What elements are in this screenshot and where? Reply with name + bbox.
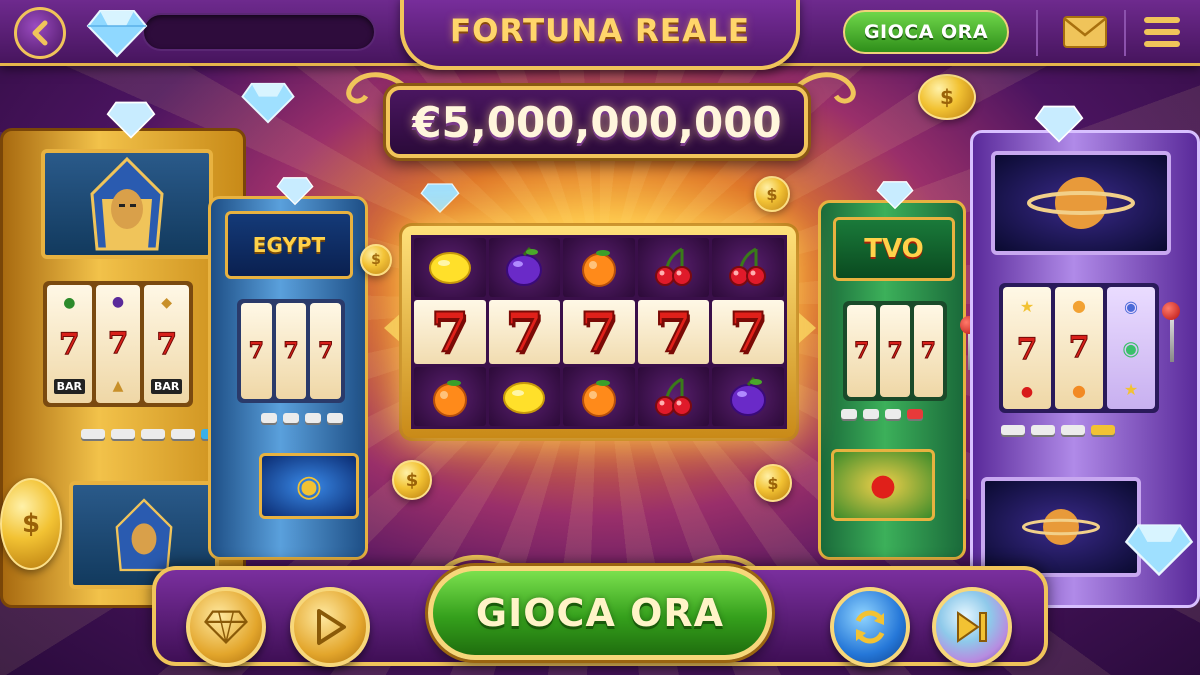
diamond-icon xyxy=(86,10,148,58)
diamond-icon xyxy=(204,610,248,644)
pharaoh-icon xyxy=(90,156,164,251)
lever-knob[interactable] xyxy=(1162,302,1180,320)
reel-cell-bottom-3 xyxy=(637,367,710,426)
seven-symbol: 7 xyxy=(430,299,470,364)
reel-cell-bottom-2 xyxy=(563,367,635,426)
skip-icon xyxy=(957,611,987,643)
machine-lower-planet-panel xyxy=(981,477,1141,577)
top-bar: FORTUNA REALE GIOCA ORA xyxy=(0,0,1200,70)
reel-cell-top-0 xyxy=(414,238,486,297)
jackpot-amount: €5,000,000,000 xyxy=(412,97,782,147)
machine-scarab-panel: ◉ xyxy=(259,453,359,519)
diamond-icon xyxy=(1124,524,1194,577)
machine-reels: 7 7 7 xyxy=(237,299,345,403)
seven-symbol: 7 xyxy=(728,299,768,364)
jackpot-display: €5,000,000,000 xyxy=(386,86,808,158)
reel-cell-top-2 xyxy=(563,238,635,297)
machine-sign: TVO xyxy=(833,217,955,281)
lever[interactable] xyxy=(1170,318,1174,362)
top-play-button[interactable]: GIOCA ORA xyxy=(843,10,1009,54)
reel-arrow-right xyxy=(798,312,816,344)
gold-coin-icon: $ xyxy=(360,244,392,276)
reel-cell-bottom-1 xyxy=(488,367,561,426)
refresh-button[interactable] xyxy=(830,587,910,667)
cherries-icon xyxy=(654,248,692,287)
machine-reels: ● 7 BAR ● 7 ▲ ◆ 7 BAR xyxy=(43,281,193,407)
seven-symbol: 7 xyxy=(579,299,619,364)
cherries-icon xyxy=(729,248,767,287)
seven-symbol: 7 xyxy=(505,299,545,364)
skip-button[interactable] xyxy=(932,587,1012,667)
reel-cell-top-4 xyxy=(712,238,784,297)
gold-coin-icon: $ xyxy=(0,478,62,570)
diamond-icon xyxy=(106,101,156,139)
reel-cell-top-1 xyxy=(488,238,561,297)
play-icon xyxy=(317,609,346,645)
machine-fruit-panel: ● xyxy=(831,449,935,521)
lemon-icon xyxy=(428,252,471,285)
machine-sign: EGYPT xyxy=(225,211,353,279)
planet-icon xyxy=(1027,177,1135,229)
machine-bet-buttons[interactable] xyxy=(81,429,225,439)
machine-reels: ★ 7 ● ● 7 ● ◉ ◉ ★ xyxy=(999,283,1159,413)
gold-coin-icon: $ xyxy=(392,460,432,500)
diamond-icon xyxy=(420,183,460,213)
cherries-icon xyxy=(654,377,692,416)
main-reels: 77777 xyxy=(402,226,796,438)
orange-icon xyxy=(432,379,467,417)
game-title-plate: FORTUNA REALE xyxy=(400,0,800,70)
seven-symbol: 7 xyxy=(654,299,694,364)
refresh-icon xyxy=(855,610,885,644)
back-arrow-icon xyxy=(32,20,48,46)
lemon-icon xyxy=(503,381,546,414)
game-title: FORTUNA REALE xyxy=(449,13,751,49)
diamond-icon xyxy=(276,177,314,206)
reel-cell-middle-2: 7 xyxy=(563,299,635,365)
reel-grid: 77777 xyxy=(411,235,787,429)
machine-pharaoh-panel xyxy=(41,149,213,259)
menu-icon[interactable] xyxy=(1142,14,1182,50)
orange-icon xyxy=(581,250,616,288)
mail-icon[interactable] xyxy=(1062,14,1108,50)
reel-arrow-left xyxy=(384,312,402,344)
machine-planet-panel xyxy=(991,151,1171,255)
gold-coin-icon: $ xyxy=(754,464,792,502)
play-button[interactable] xyxy=(290,587,370,667)
reel-cell-middle-4: 7 xyxy=(712,299,784,365)
plum-icon xyxy=(506,247,543,287)
machine-reels: 7 7 7 xyxy=(843,301,947,401)
slot-machine-egypt-small[interactable]: EGYPT 7 7 7 ◉ xyxy=(208,196,368,560)
diamond-button[interactable] xyxy=(186,587,266,667)
gold-coin-icon: $ xyxy=(754,176,790,212)
machine-bet-buttons[interactable] xyxy=(261,413,343,423)
gold-coin-icon: $ xyxy=(918,74,976,120)
main-play-button[interactable]: GIOCA ORA xyxy=(428,566,772,660)
reel-cell-middle-3: 7 xyxy=(637,299,710,365)
divider xyxy=(1036,10,1038,56)
back-button[interactable] xyxy=(14,7,66,59)
reel-cell-middle-1: 7 xyxy=(488,299,561,365)
orange-icon xyxy=(581,379,616,417)
divider xyxy=(1124,10,1126,56)
diamond-icon xyxy=(876,181,914,210)
progress-bar xyxy=(142,13,376,51)
main-play-label: GIOCA ORA xyxy=(475,591,725,635)
reel-cell-bottom-4 xyxy=(712,367,784,426)
machine-bet-buttons[interactable] xyxy=(841,409,923,419)
plum-icon xyxy=(730,376,767,416)
diamond-icon xyxy=(1034,105,1084,143)
machine-bet-buttons[interactable] xyxy=(1001,425,1115,435)
reel-cell-middle-0: 7 xyxy=(414,299,486,365)
reel-cell-top-3 xyxy=(637,238,710,297)
reel-cell-bottom-0 xyxy=(414,367,486,426)
slot-machine-fruit[interactable]: TVO 7 7 7 ● xyxy=(818,200,966,560)
diamond-icon xyxy=(241,82,295,124)
